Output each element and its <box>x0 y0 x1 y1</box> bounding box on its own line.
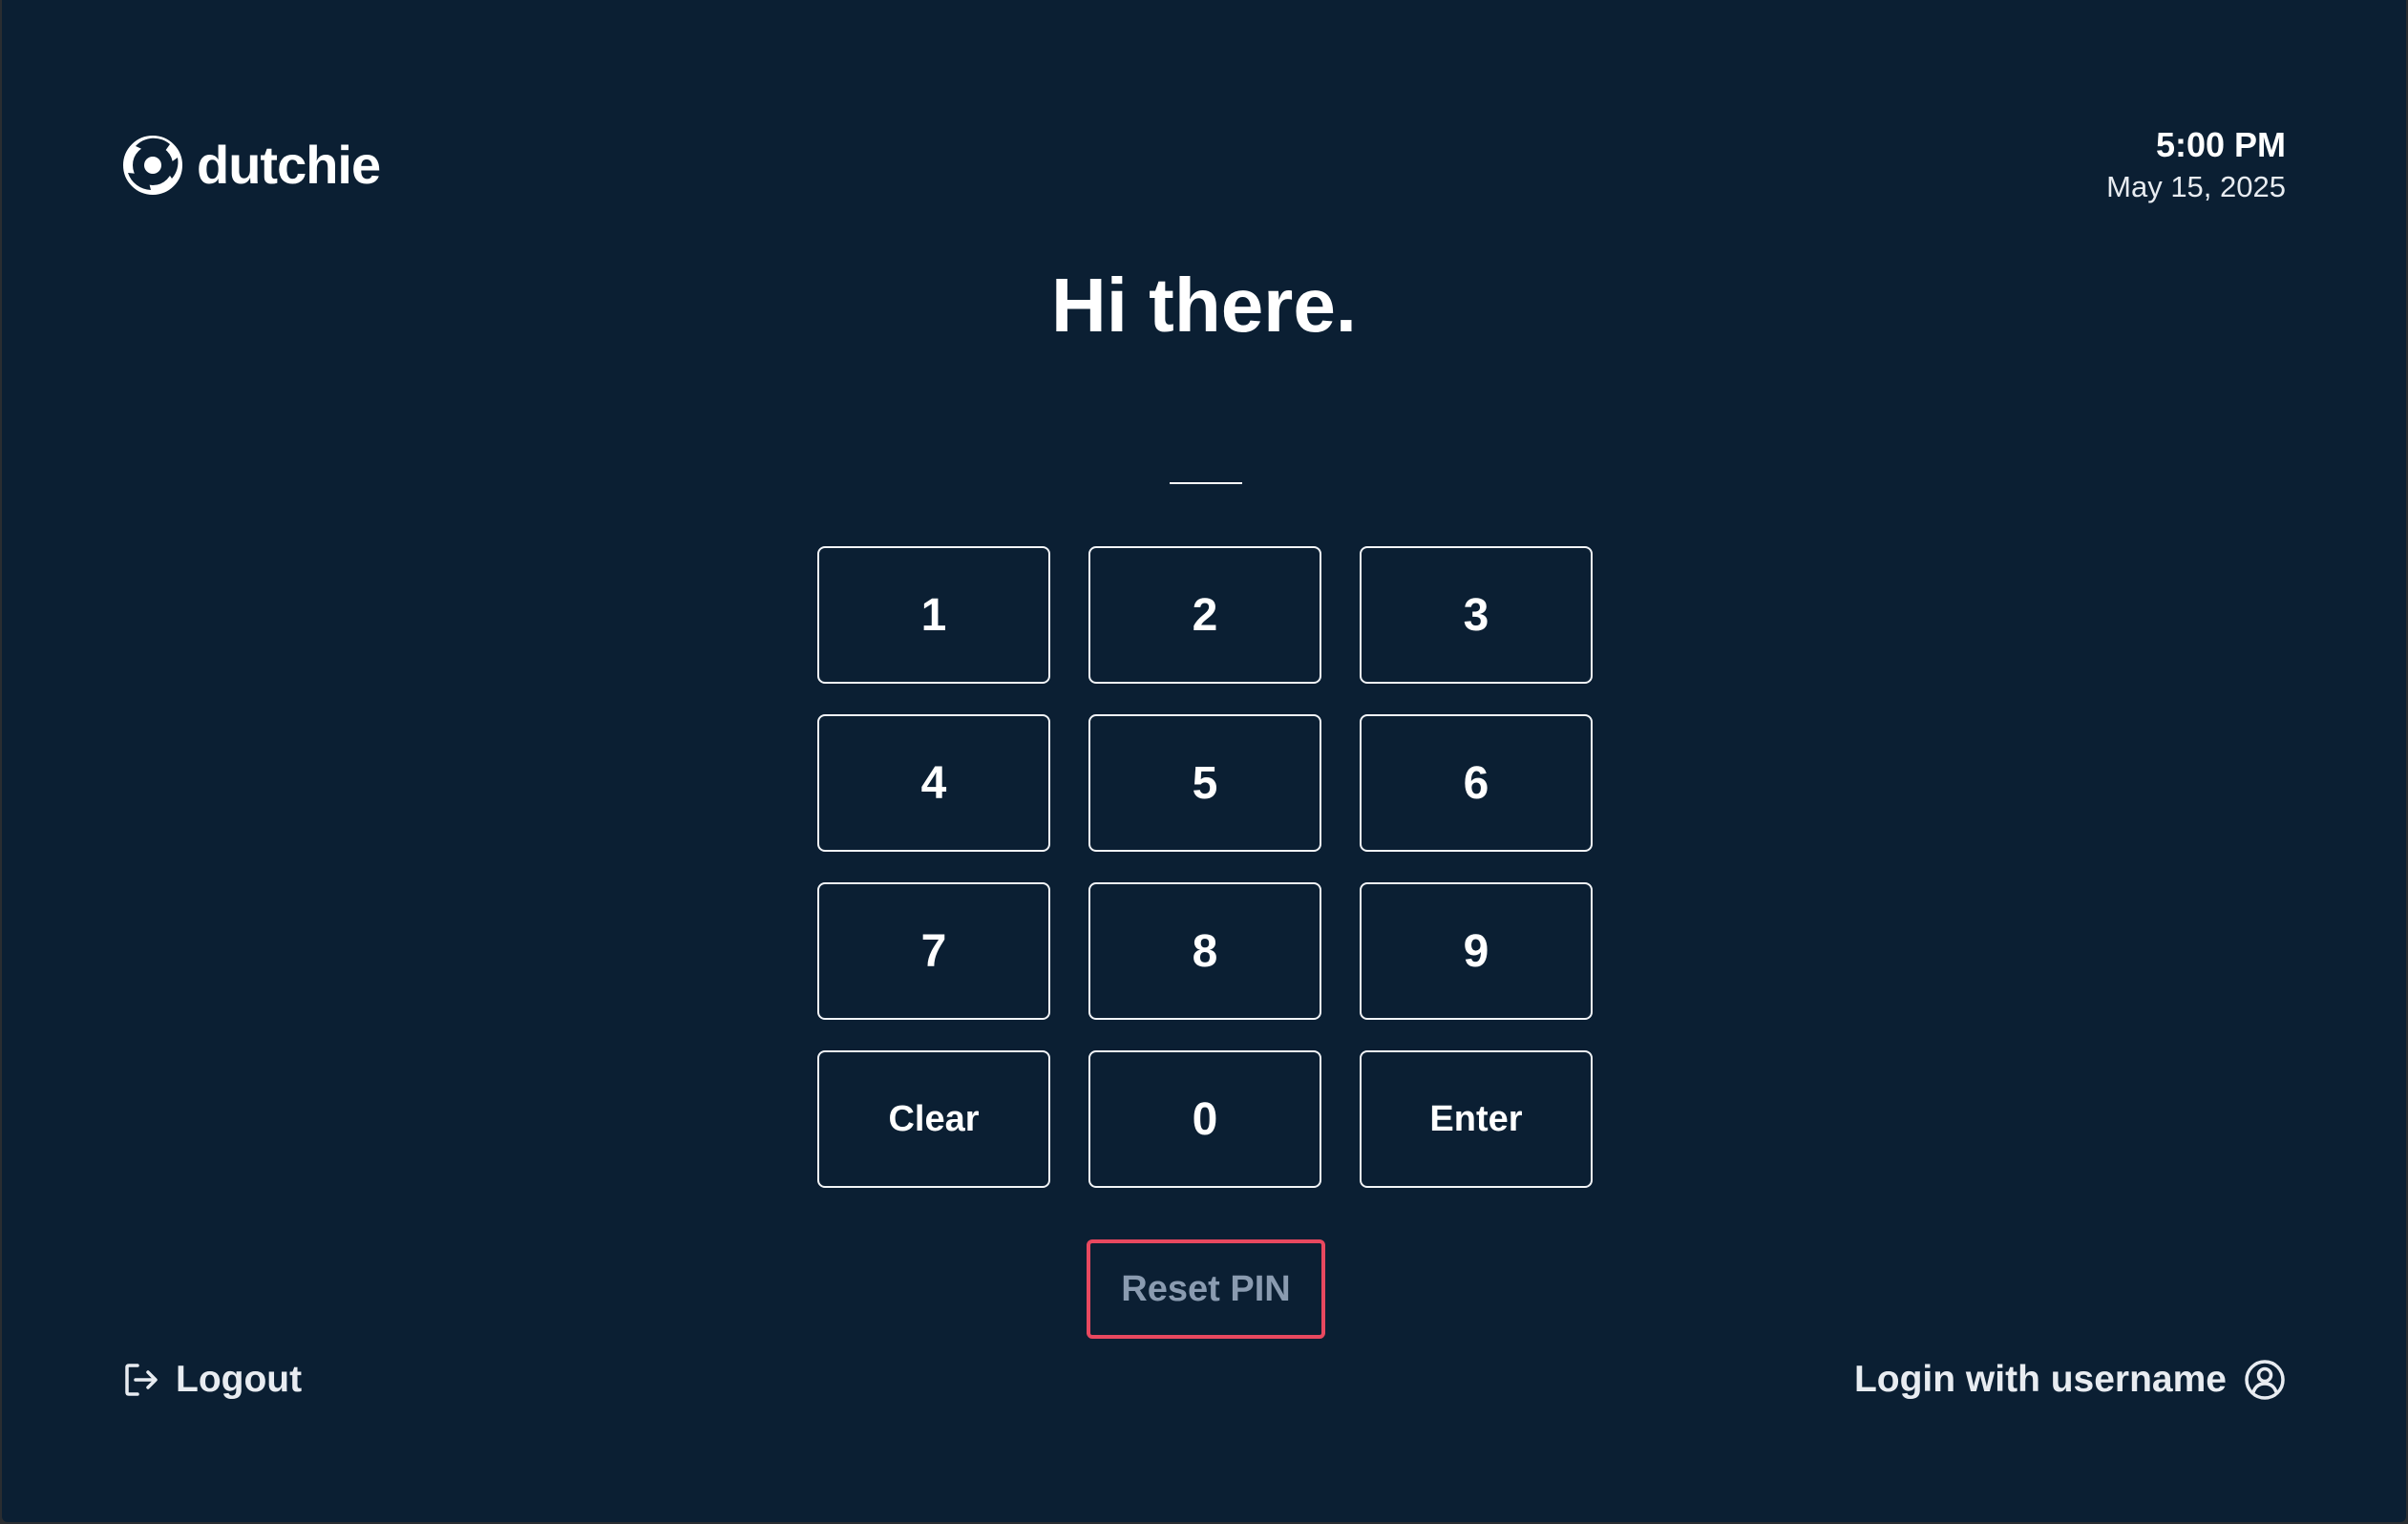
clock-time: 5:00 PM <box>2155 125 2286 164</box>
key-9[interactable]: 9 <box>1360 882 1593 1020</box>
key-5[interactable]: 5 <box>1088 714 1321 852</box>
key-4[interactable]: 4 <box>817 714 1050 852</box>
logout-button[interactable]: Logout <box>122 1354 302 1406</box>
key-8[interactable]: 8 <box>1088 882 1321 1020</box>
key-6[interactable]: 6 <box>1360 714 1593 852</box>
logout-label: Logout <box>176 1359 303 1400</box>
dutchie-logo-icon <box>123 136 182 195</box>
pin-keypad: 1 2 3 4 5 6 7 8 9 Clear 0 Enter <box>817 546 1593 1188</box>
login-screen: dutchie 5:00 PM May 15, 2025 Hi there. 1… <box>2 0 2406 1522</box>
pin-entry-field <box>1170 482 1242 484</box>
enter-button[interactable]: Enter <box>1360 1050 1593 1188</box>
key-0[interactable]: 0 <box>1088 1050 1321 1188</box>
key-2[interactable]: 2 <box>1088 546 1321 684</box>
brand-name: dutchie <box>197 135 381 195</box>
key-7[interactable]: 7 <box>817 882 1050 1020</box>
greeting-title: Hi there. <box>1050 263 1358 348</box>
key-3[interactable]: 3 <box>1360 546 1593 684</box>
clock: 5:00 PM May 15, 2025 <box>2106 124 2286 208</box>
reset-pin-button[interactable]: Reset PIN <box>1087 1239 1325 1339</box>
login-with-username-label: Login with username <box>1853 1359 2227 1400</box>
brand-logo: dutchie <box>122 134 381 197</box>
logout-icon <box>125 1364 158 1396</box>
user-circle-icon <box>2245 1360 2285 1400</box>
login-with-username-button[interactable]: Login with username <box>1854 1354 2286 1406</box>
clear-button[interactable]: Clear <box>817 1050 1050 1188</box>
key-1[interactable]: 1 <box>817 546 1050 684</box>
clock-date: May 15, 2025 <box>2106 170 2286 203</box>
